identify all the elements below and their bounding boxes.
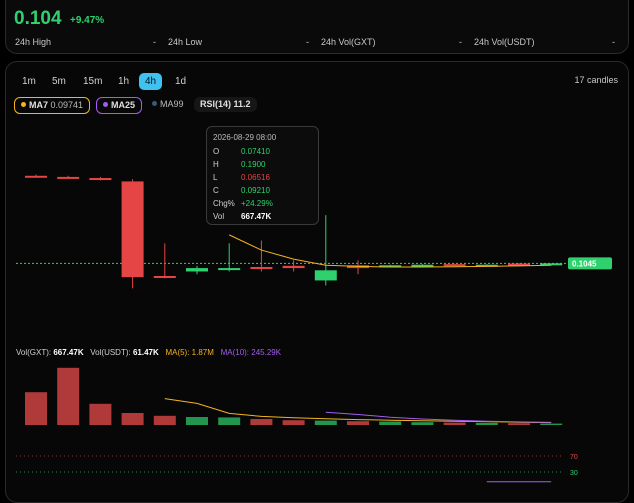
candle-body	[57, 177, 79, 179]
tooltip-close-label: C	[213, 186, 219, 195]
rsi-70-label: 70	[570, 454, 578, 461]
candle-body	[250, 267, 272, 269]
volume-bar	[411, 422, 433, 425]
tooltip-open: 0.07410	[241, 147, 270, 156]
volume-bar	[218, 417, 240, 425]
vol-ma10-label: MA(10):	[221, 348, 249, 357]
stat-label-24h-low: 24h Low	[168, 37, 202, 47]
tooltip-time: 2026-08-29 08:00	[213, 133, 276, 142]
stat-value-24h-vol-quote: -	[612, 37, 615, 47]
stat-value-24h-high: -	[153, 37, 156, 47]
tooltip-change-label: Chg%	[213, 199, 235, 208]
price-tag: 0.1045	[572, 259, 597, 268]
tooltip-low: 0.06516	[241, 173, 270, 182]
vol-ma5-label: MA(5):	[165, 348, 189, 357]
tooltip-high: 0.1900	[241, 160, 265, 169]
volume-bar	[186, 417, 208, 425]
candle-body	[283, 266, 305, 268]
volume-bar	[154, 416, 176, 425]
tooltip-volume-label: Vol	[213, 212, 224, 221]
ohlc-tooltip: 2026-08-29 08:00 O 0.07410 H 0.1900 L 0.…	[206, 126, 319, 225]
vol-base-value: 667.47K	[53, 348, 83, 357]
tooltip-change: +24.29%	[241, 199, 273, 208]
candle-body	[25, 176, 47, 178]
volume-bar	[379, 422, 401, 425]
volume-legend: Vol(GXT): 667.47K Vol(USDT): 61.47K MA(5…	[16, 348, 281, 357]
vol-quote-value: 61.47K	[133, 348, 159, 357]
stat-label-24h-vol-base: 24h Vol(GXT)	[321, 37, 376, 47]
vol-ma5-value: 1.87M	[192, 348, 214, 357]
volume-bar	[347, 421, 369, 425]
candle-body	[122, 181, 144, 277]
volume-bar	[122, 413, 144, 425]
stat-value-24h-low: -	[306, 37, 309, 47]
candle-body	[444, 264, 466, 266]
tooltip-volume: 667.47K	[241, 212, 271, 221]
tooltip-low-label: L	[213, 173, 217, 182]
candle-body	[89, 178, 111, 180]
stat-label-24h-high: 24h High	[15, 37, 51, 47]
candle-body	[218, 268, 240, 270]
volume-bar	[315, 421, 337, 425]
last-price: 0.104	[14, 8, 62, 30]
rsi-30-label: 30	[570, 470, 578, 477]
volume-bar	[25, 392, 47, 425]
volume-bar	[444, 423, 466, 425]
candle-body	[154, 276, 176, 278]
tooltip-open-label: O	[213, 147, 219, 156]
candle-body	[315, 270, 337, 280]
candle-body	[186, 268, 208, 271]
volume-bar	[283, 420, 305, 425]
volume-bar	[250, 419, 272, 425]
stat-label-24h-vol-quote: 24h Vol(USDT)	[474, 37, 535, 47]
vol-quote-label: Vol(USDT):	[90, 348, 130, 357]
volume-bar	[57, 368, 79, 425]
stat-value-24h-vol-base: -	[459, 37, 462, 47]
volume-bar	[89, 404, 111, 425]
volume-bar	[476, 423, 498, 425]
vol-base-label: Vol(GXT):	[16, 348, 51, 357]
vol-ma10-value: 245.29K	[251, 348, 281, 357]
chart-panel: 1m 5m 15m 1h 4h 1d 17 candles MA7 0.0974…	[5, 61, 629, 503]
tooltip-high-label: H	[213, 160, 219, 169]
volume-bar	[540, 424, 562, 425]
volume-bar	[508, 423, 530, 425]
tooltip-close: 0.09210	[241, 186, 270, 195]
ma7-line	[229, 235, 551, 267]
market-stats-bar: 0.104 +9.47% 24h High - 24h Low - 24h Vo…	[5, 0, 629, 54]
price-change: +9.47%	[70, 15, 104, 26]
